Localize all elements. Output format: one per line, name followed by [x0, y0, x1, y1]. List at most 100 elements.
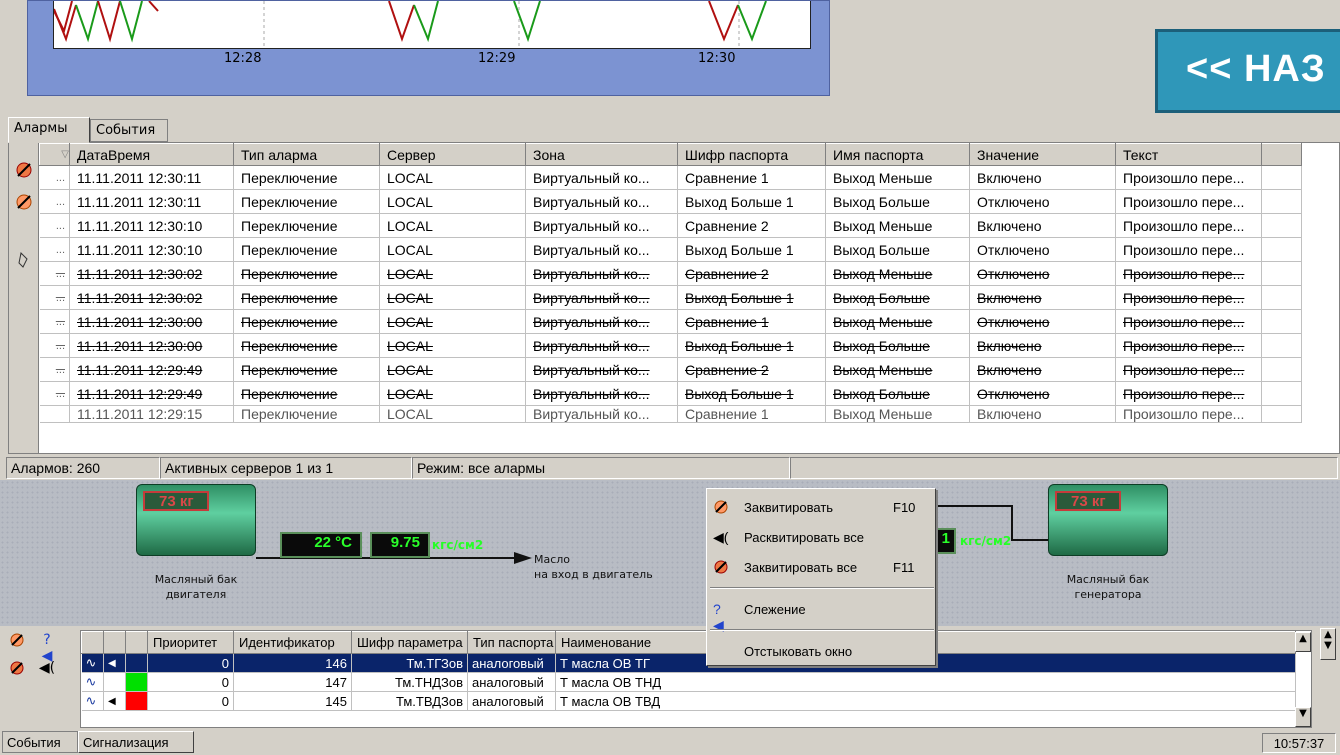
- menu-tracking[interactable]: ?◀ Слежение: [707, 599, 935, 633]
- menu-undock[interactable]: Отстыковать окно: [707, 641, 935, 663]
- alarm-cell-zone: Виртуальный ко...: [525, 285, 678, 310]
- tab-signals[interactable]: Сигнализация: [78, 731, 194, 753]
- alarm-row[interactable]: ... 11.11.2011 12:30:11 Переключение LOCAL В…: [39, 189, 1302, 214]
- alarm-cell-name: Выход Меньше: [825, 357, 970, 382]
- alarm-cell-zone: Виртуальный ко...: [525, 333, 678, 358]
- column-header[interactable]: Шифр паспорта: [677, 143, 826, 166]
- alarm-cell-type: Переключение: [233, 165, 380, 190]
- alarm-cell-code: Выход Больше 1: [677, 333, 826, 358]
- alarm-row[interactable]: ... 11.11.2011 12:30:02 Переключение LOCAL В…: [39, 261, 1302, 286]
- speaker-icon: ◀(: [713, 529, 729, 545]
- hand-icon[interactable]: [15, 251, 33, 269]
- tank-engine[interactable]: 73 кг: [136, 484, 256, 556]
- alarm-cell-dt: 11.11.2011 12:29:49: [69, 357, 234, 382]
- menu-ack-all[interactable]: Заквитировать все F11: [707, 557, 935, 579]
- column-header[interactable]: Идентификатор: [233, 631, 352, 654]
- column-header[interactable]: Зона: [525, 143, 678, 166]
- alarm-cell-type: Переключение: [233, 381, 380, 406]
- alarm-row[interactable]: ... 11.11.2011 12:30:02 Переключение LOCAL В…: [39, 285, 1302, 310]
- alarm-cell-name: Выход Меньше: [825, 309, 970, 334]
- column-header[interactable]: Имя паспорта: [825, 143, 970, 166]
- column-header[interactable]: Тип паспорта: [467, 631, 556, 654]
- splitter-handle[interactable]: ▲ ▼: [1320, 628, 1336, 660]
- alarm-cell-server: LOCAL: [379, 165, 526, 190]
- speaker-icon[interactable]: ◀(: [38, 660, 56, 678]
- scroll-up-button[interactable]: ▲: [1295, 632, 1311, 652]
- alarm-cell-name: Выход Больше: [825, 381, 970, 406]
- alarm-cell-marker: ...: [39, 309, 70, 334]
- speaker-icon[interactable]: ◀: [103, 653, 126, 673]
- alarm-cell-dt: 11.11.2011 12:30:10: [69, 237, 234, 262]
- trend-lines: [53, 0, 767, 49]
- alarm-cell-dt: 11.11.2011 12:30:10: [69, 213, 234, 238]
- trend-chart: 12:28 12:29 12:30: [0, 0, 830, 115]
- column-header[interactable]: ▽: [39, 143, 70, 166]
- alarm-row[interactable]: ... 11.11.2011 12:30:10 Переключение LOCAL В…: [39, 213, 1302, 238]
- clock: 10:57:37: [1262, 733, 1336, 753]
- trend-icon[interactable]: ∿: [81, 653, 104, 673]
- menu-unack-all[interactable]: ◀( Расквитировать все: [707, 527, 935, 549]
- tab-alarms[interactable]: Алармы: [8, 117, 90, 143]
- signal-row[interactable]: ∿ 0 147 Тм.ТНДЗов аналоговый Т масла ОВ ТНД: [81, 672, 1296, 692]
- alarm-cell-value: Отключено: [969, 189, 1116, 214]
- alarm-cell-name: Выход Меньше: [825, 261, 970, 286]
- tracking-icon[interactable]: ?◀: [38, 632, 56, 664]
- scroll-down-button[interactable]: ▼: [1295, 707, 1311, 727]
- alarm-row[interactable]: ... 11.11.2011 12:30:00 Переключение LOCAL В…: [39, 309, 1302, 334]
- column-header[interactable]: Сервер: [379, 143, 526, 166]
- menu-ack[interactable]: Заквитировать F10: [707, 497, 935, 519]
- signal-row[interactable]: ∿ ◀ 0 146 Тм.ТГЗов аналоговый Т масла ОВ ТГ: [81, 653, 1296, 673]
- alarm-cell-zone: Виртуальный ко...: [525, 405, 678, 423]
- alarm-row[interactable]: 11.11.2011 12:29:15 Переключение LOCAL Вирт…: [39, 405, 1302, 423]
- alarm-cell-dt: 11.11.2011 12:29:15: [69, 405, 234, 423]
- alarm-cell-type: Переключение: [233, 405, 380, 423]
- tab-events[interactable]: События: [90, 119, 168, 142]
- alarm-cell-marker: ...: [39, 237, 70, 262]
- alarm-row[interactable]: ... 11.11.2011 12:29:49 Переключение LOCAL В…: [39, 381, 1302, 406]
- chart-panel: 12:28 12:29 12:30: [27, 0, 830, 96]
- signal-row[interactable]: ∿ ◀ 0 145 Тм.ТВДЗов аналоговый Т масла ОВ ТВД: [81, 691, 1296, 711]
- signal-cell-type: аналоговый: [467, 653, 556, 673]
- alarm-row[interactable]: ... 11.11.2011 12:29:49 Переключение LOCAL В…: [39, 357, 1302, 382]
- state-swatch: [125, 672, 148, 692]
- column-header[interactable]: Текст: [1115, 143, 1262, 166]
- column-header[interactable]: [103, 631, 126, 654]
- ack-all-icon[interactable]: [8, 660, 26, 678]
- alarm-cell-zone: Виртуальный ко...: [525, 261, 678, 286]
- column-header[interactable]: ДатаВремя: [69, 143, 234, 166]
- alarm-cell-name: Выход Больше: [825, 189, 970, 214]
- alarm-row[interactable]: ... 11.11.2011 12:30:00 Переключение LOCAL В…: [39, 333, 1302, 358]
- ack-icon[interactable]: [15, 193, 33, 211]
- signal-cell-type: аналоговый: [467, 691, 556, 711]
- column-header[interactable]: Шифр параметра: [351, 631, 468, 654]
- speaker-icon[interactable]: [103, 672, 126, 692]
- alarm-row[interactable]: ... 11.11.2011 12:30:11 Переключение LOCAL В…: [39, 165, 1302, 190]
- alarm-cell-marker: ...: [39, 213, 70, 238]
- signal-cell-name: Т масла ОВ ТВД: [555, 691, 1296, 711]
- speaker-icon[interactable]: ◀: [103, 691, 126, 711]
- column-header[interactable]: Тип аларма: [233, 143, 380, 166]
- alarm-cell-name: Выход Меньше: [825, 405, 970, 423]
- alarm-cell-marker: [39, 405, 70, 423]
- column-header[interactable]: Приоритет: [147, 631, 234, 654]
- trend-icon[interactable]: ∿: [81, 691, 104, 711]
- alarm-cell-type: Переключение: [233, 237, 380, 262]
- alarm-cell-text: Произошло пере...: [1115, 261, 1262, 286]
- trend-icon[interactable]: ∿: [81, 672, 104, 692]
- context-menu: Заквитировать F10 ◀( Расквитировать все …: [706, 488, 936, 666]
- alarm-cell-name: Выход Меньше: [825, 165, 970, 190]
- tank-engine-value: 73 кг: [143, 491, 209, 511]
- alarm-cell-value: Включено: [969, 405, 1116, 423]
- back-button[interactable]: << НАЗ: [1155, 29, 1340, 113]
- ack-all-icon[interactable]: [15, 161, 33, 179]
- alarm-cell-dt: 11.11.2011 12:30:02: [69, 261, 234, 286]
- alarm-cell-server: LOCAL: [379, 213, 526, 238]
- column-header[interactable]: Значение: [969, 143, 1116, 166]
- tank-generator[interactable]: 73 кг: [1048, 484, 1168, 556]
- alarm-cell-text: Произошло пере...: [1115, 381, 1262, 406]
- alarm-row[interactable]: ... 11.11.2011 12:30:10 Переключение LOCAL В…: [39, 237, 1302, 262]
- column-header[interactable]: [81, 631, 104, 654]
- column-header[interactable]: [125, 631, 148, 654]
- tab-events-bottom[interactable]: События: [2, 731, 78, 753]
- ack-icon[interactable]: [8, 632, 26, 650]
